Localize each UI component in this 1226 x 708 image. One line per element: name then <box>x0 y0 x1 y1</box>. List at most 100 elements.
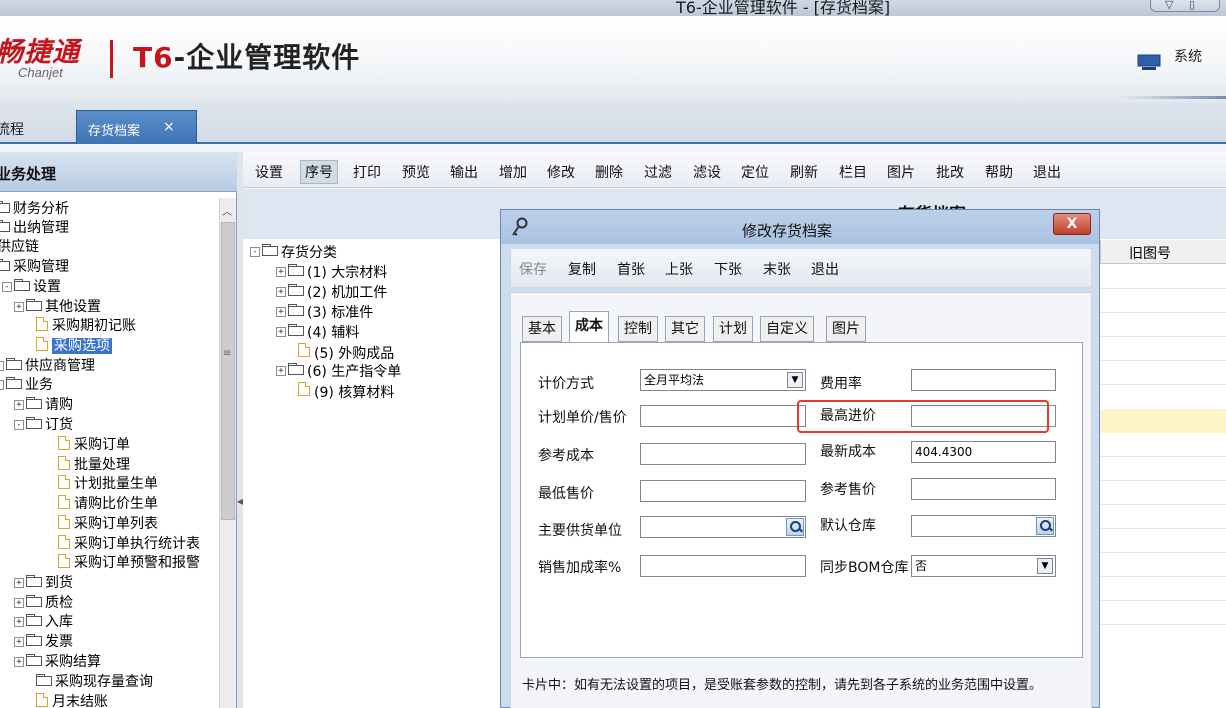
dropdown-arrow-icon[interactable]: ▼ <box>1037 558 1053 574</box>
chevron-down-icon[interactable]: ▽ <box>1165 0 1173 11</box>
tree-item[interactable]: 月末结账 <box>36 693 108 708</box>
tree-item[interactable]: 财务分析 <box>0 200 69 218</box>
tree-item[interactable]: - 设置 <box>2 278 61 296</box>
category-item[interactable]: + (3) 标准件 <box>276 303 373 321</box>
toolbar-edit-button[interactable]: 修改 <box>547 162 575 182</box>
dialog-prev-button[interactable]: 上张 <box>665 259 693 279</box>
toolbar-columns-button[interactable]: 栏目 <box>839 162 867 182</box>
latest-cost-input[interactable]: 404.4300 <box>911 441 1056 463</box>
window-controls[interactable]: ▽ ▯ <box>1150 0 1220 12</box>
category-tree-root[interactable]: - 存货分类 <box>250 243 337 261</box>
plan-price-input[interactable] <box>640 405 806 427</box>
tree-item[interactable]: 采购现存量查询 <box>36 673 153 691</box>
toolbar-filter-settings-button[interactable]: 滤设 <box>693 162 721 182</box>
tree-item[interactable]: 采购订单预警和报警 <box>58 554 218 572</box>
dialog-next-button[interactable]: 下张 <box>714 259 742 279</box>
sale-markup-input[interactable] <box>640 555 806 577</box>
dialog-first-button[interactable]: 首张 <box>617 259 645 279</box>
grid-selected-row[interactable] <box>1100 409 1226 433</box>
tree-item[interactable]: + 请购 <box>14 396 73 414</box>
tree-item[interactable]: 采购订单 <box>58 436 130 454</box>
dropdown-arrow-icon[interactable]: ▼ <box>787 372 803 388</box>
toolbar-serial-button[interactable]: 序号 <box>300 160 338 184</box>
toolbar-delete-button[interactable]: 删除 <box>595 162 623 182</box>
toolbar-exit-button[interactable]: 退出 <box>1033 162 1061 182</box>
chevron-up-icon[interactable]: ︿ <box>222 203 232 218</box>
grid-row-divider <box>1100 576 1226 577</box>
pricing-method-select[interactable]: 全月平均法 ▼ <box>640 369 806 391</box>
tab-image[interactable]: 图片 <box>826 316 866 342</box>
dialog-exit-button[interactable]: 退出 <box>811 259 839 279</box>
system-menu[interactable]: 系统 <box>1174 46 1202 66</box>
tree-item[interactable]: 采购管理 <box>0 258 69 276</box>
tree-item[interactable]: 批量处理 <box>58 456 130 474</box>
tree-item[interactable]: 采购期初记账 <box>36 317 136 335</box>
tree-item[interactable]: 出纳管理 <box>0 219 69 237</box>
close-icon[interactable]: × <box>163 119 175 135</box>
vertical-scrollbar[interactable]: ︿ ≡ <box>219 198 236 708</box>
tree-item[interactable]: + 到货 <box>14 574 73 592</box>
tab-inventory-archive[interactable]: 存货档案 × <box>76 110 197 144</box>
sync-bom-select[interactable]: 否 ▼ <box>911 555 1056 577</box>
category-item[interactable]: + (1) 大宗材料 <box>276 263 387 281</box>
ref-sale-price-input[interactable] <box>911 478 1056 500</box>
tab-custom[interactable]: 自定义 <box>760 316 814 342</box>
toolbar-settings-button[interactable]: 设置 <box>255 162 283 182</box>
dialog-titlebar[interactable]: 修改存货档案 X <box>501 210 1099 244</box>
tree-item-selected[interactable]: 采购选项 <box>36 337 112 355</box>
toolbar-export-button[interactable]: 输出 <box>450 162 478 182</box>
tab-control[interactable]: 控制 <box>618 316 658 342</box>
plan-price-label: 计划单价/售价 <box>538 410 627 426</box>
tree-item[interactable]: + 采购结算 <box>14 653 101 671</box>
tab-bar: 流程 存货档案 × <box>0 102 1226 144</box>
toolbar-image-button[interactable]: 图片 <box>887 162 915 182</box>
search-icon[interactable] <box>786 518 804 536</box>
dialog-save-button[interactable]: 保存 <box>519 259 547 279</box>
toolbar-filter-button[interactable]: 过滤 <box>644 162 672 182</box>
toolbar-preview-button[interactable]: 预览 <box>402 162 430 182</box>
category-item[interactable]: + (6) 生产指令单 <box>276 362 401 380</box>
tree-item[interactable]: 采购订单列表 <box>58 515 158 533</box>
tree-item[interactable]: + 入库 <box>14 613 73 631</box>
min-sale-price-input[interactable] <box>640 480 806 502</box>
toolbar-locate-button[interactable]: 定位 <box>741 162 769 182</box>
tree-item[interactable]: + 发票 <box>14 633 73 651</box>
info-icon[interactable]: ▯ <box>1189 0 1195 11</box>
monitor-icon[interactable] <box>1136 53 1164 71</box>
dialog-footnote: 卡片中：如有无法设置的项目，是受账套参数的控制，请先到各子系统的业务范围中设置。 <box>522 678 1043 693</box>
dialog-close-button[interactable]: X <box>1053 213 1091 235</box>
tab-cost[interactable]: 成本 <box>569 311 609 343</box>
tree-item[interactable]: 计划批量生单 <box>58 475 158 493</box>
tree-item[interactable]: + 质检 <box>14 594 73 612</box>
toolbar-print-button[interactable]: 打印 <box>353 162 381 182</box>
search-icon[interactable] <box>1036 517 1054 535</box>
tree-item[interactable]: 采购订单执行统计表 <box>58 535 218 553</box>
tree-item[interactable]: -业务 <box>0 376 53 394</box>
expense-rate-input[interactable] <box>911 369 1056 391</box>
scrollbar-thumb[interactable] <box>221 222 235 520</box>
ref-cost-input[interactable] <box>640 443 806 465</box>
dialog-copy-button[interactable]: 复制 <box>568 259 596 279</box>
tab-flow[interactable]: 流程 <box>0 119 24 139</box>
tab-basic[interactable]: 基本 <box>522 316 562 342</box>
tree-item[interactable]: -供应商管理 <box>0 357 95 375</box>
toolbar-add-button[interactable]: 增加 <box>499 162 527 182</box>
category-item[interactable]: (9) 核算材料 <box>298 382 394 401</box>
default-warehouse-input[interactable] <box>911 515 1056 537</box>
category-item[interactable]: (5) 外购成品 <box>298 343 394 362</box>
cost-form-panel: 计价方式 全月平均法 ▼ 费用率 计划单价/售价 最高进价 参考成本 最新成本 … <box>520 342 1083 658</box>
category-item[interactable]: + (2) 机加工件 <box>276 283 387 301</box>
toolbar-help-button[interactable]: 帮助 <box>985 162 1013 182</box>
tree-item[interactable]: - 订货 <box>14 416 73 434</box>
grid-column-header[interactable]: 旧图号 <box>1100 240 1226 264</box>
tree-item[interactable]: 供应链 <box>0 238 39 256</box>
dialog-last-button[interactable]: 末张 <box>763 259 791 279</box>
main-supplier-input[interactable] <box>640 516 806 538</box>
toolbar-refresh-button[interactable]: 刷新 <box>790 162 818 182</box>
category-item[interactable]: + (4) 辅料 <box>276 323 359 341</box>
tree-item[interactable]: 请购比价生单 <box>58 495 158 513</box>
tree-item[interactable]: + 其他设置 <box>14 298 101 316</box>
tab-plan[interactable]: 计划 <box>713 316 753 342</box>
tab-other[interactable]: 其它 <box>665 316 705 342</box>
toolbar-batch-edit-button[interactable]: 批改 <box>936 162 964 182</box>
